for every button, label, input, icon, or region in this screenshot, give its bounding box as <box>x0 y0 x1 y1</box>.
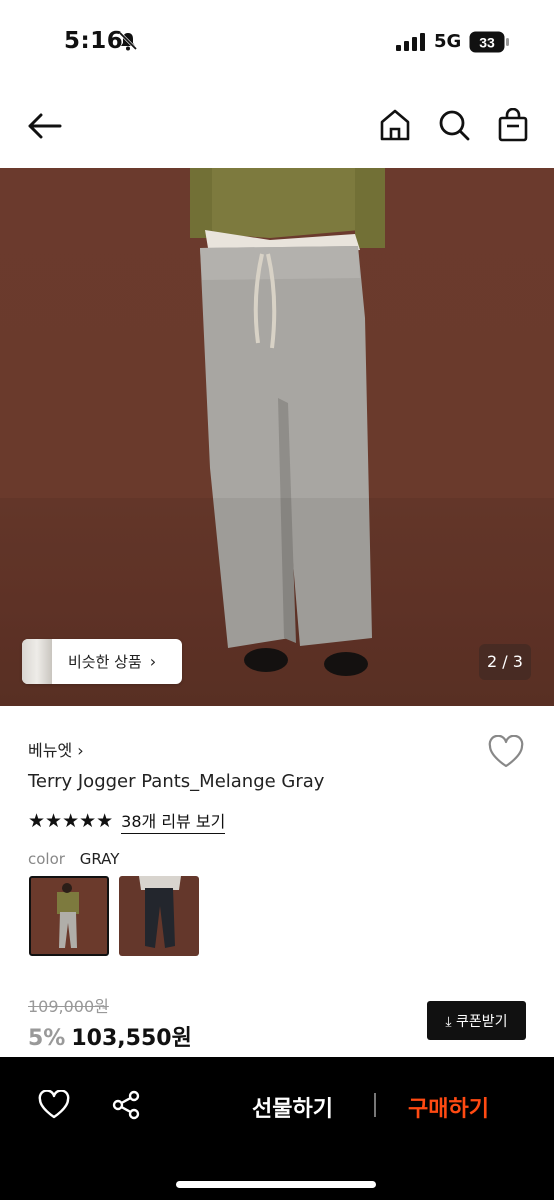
product-title: Terry Jogger Pants_Melange Gray <box>28 771 325 792</box>
home-icon[interactable] <box>378 108 412 142</box>
color-value: GRAY <box>79 850 120 868</box>
wishlist-heart-icon[interactable] <box>487 735 525 769</box>
get-coupon-button[interactable]: ⤓ 쿠폰받기 <box>427 1001 526 1040</box>
reviews-link[interactable]: 38개 리뷰 보기 <box>121 808 226 834</box>
signal-icon <box>396 33 425 51</box>
bottom-action-bar: 선물하기 구매하기 <box>0 1057 554 1200</box>
status-bar: 5:16 5G 33 <box>0 0 554 80</box>
action-divider <box>374 1093 376 1117</box>
similar-products-button[interactable]: 비슷한 상품 › <box>22 639 182 684</box>
search-icon[interactable] <box>437 108 471 142</box>
network-type: 5G <box>434 31 462 52</box>
back-arrow-icon[interactable] <box>26 110 62 142</box>
home-indicator <box>176 1181 376 1188</box>
color-key: color <box>28 850 65 868</box>
top-nav: 2 <box>0 88 554 212</box>
similar-products-label: 비슷한 상품 <box>68 653 142 671</box>
battery-level: 33 <box>479 35 495 51</box>
rating-row: ★★★★★ 38개 리뷰 보기 <box>28 808 226 834</box>
current-price: 103,550원 <box>71 1026 192 1051</box>
battery-icon: 33 <box>469 31 509 53</box>
swatch-black-photo <box>139 876 181 948</box>
color-selector: color GRAY <box>28 850 119 868</box>
swatch-gray-photo <box>57 883 79 948</box>
color-swatch-gray[interactable] <box>29 876 109 956</box>
brand-link[interactable]: 베뉴엣 › <box>28 737 84 761</box>
product-photo <box>0 168 554 706</box>
share-icon[interactable] <box>111 1090 141 1120</box>
buy-button[interactable]: 구매하기 <box>408 1091 489 1123</box>
heart-icon[interactable] <box>38 1090 70 1120</box>
bell-muted-icon <box>118 31 138 51</box>
shopping-bag-icon[interactable] <box>497 108 529 142</box>
chevron-right-icon: › <box>149 652 157 671</box>
similar-product-thumbnail <box>22 639 52 684</box>
color-swatch-black[interactable] <box>119 876 199 956</box>
star-rating: ★★★★★ <box>28 810 114 832</box>
gift-button[interactable]: 선물하기 <box>252 1091 333 1123</box>
original-price: 109,000원 <box>28 997 109 1016</box>
sale-price: 5% 103,550원 <box>28 1020 192 1052</box>
product-image-gallery[interactable]: 비슷한 상품 › 2 / 3 <box>0 168 554 706</box>
image-counter: 2 / 3 <box>479 644 531 680</box>
discount-rate: 5% <box>28 1026 66 1051</box>
status-time: 5:16 <box>64 28 124 54</box>
